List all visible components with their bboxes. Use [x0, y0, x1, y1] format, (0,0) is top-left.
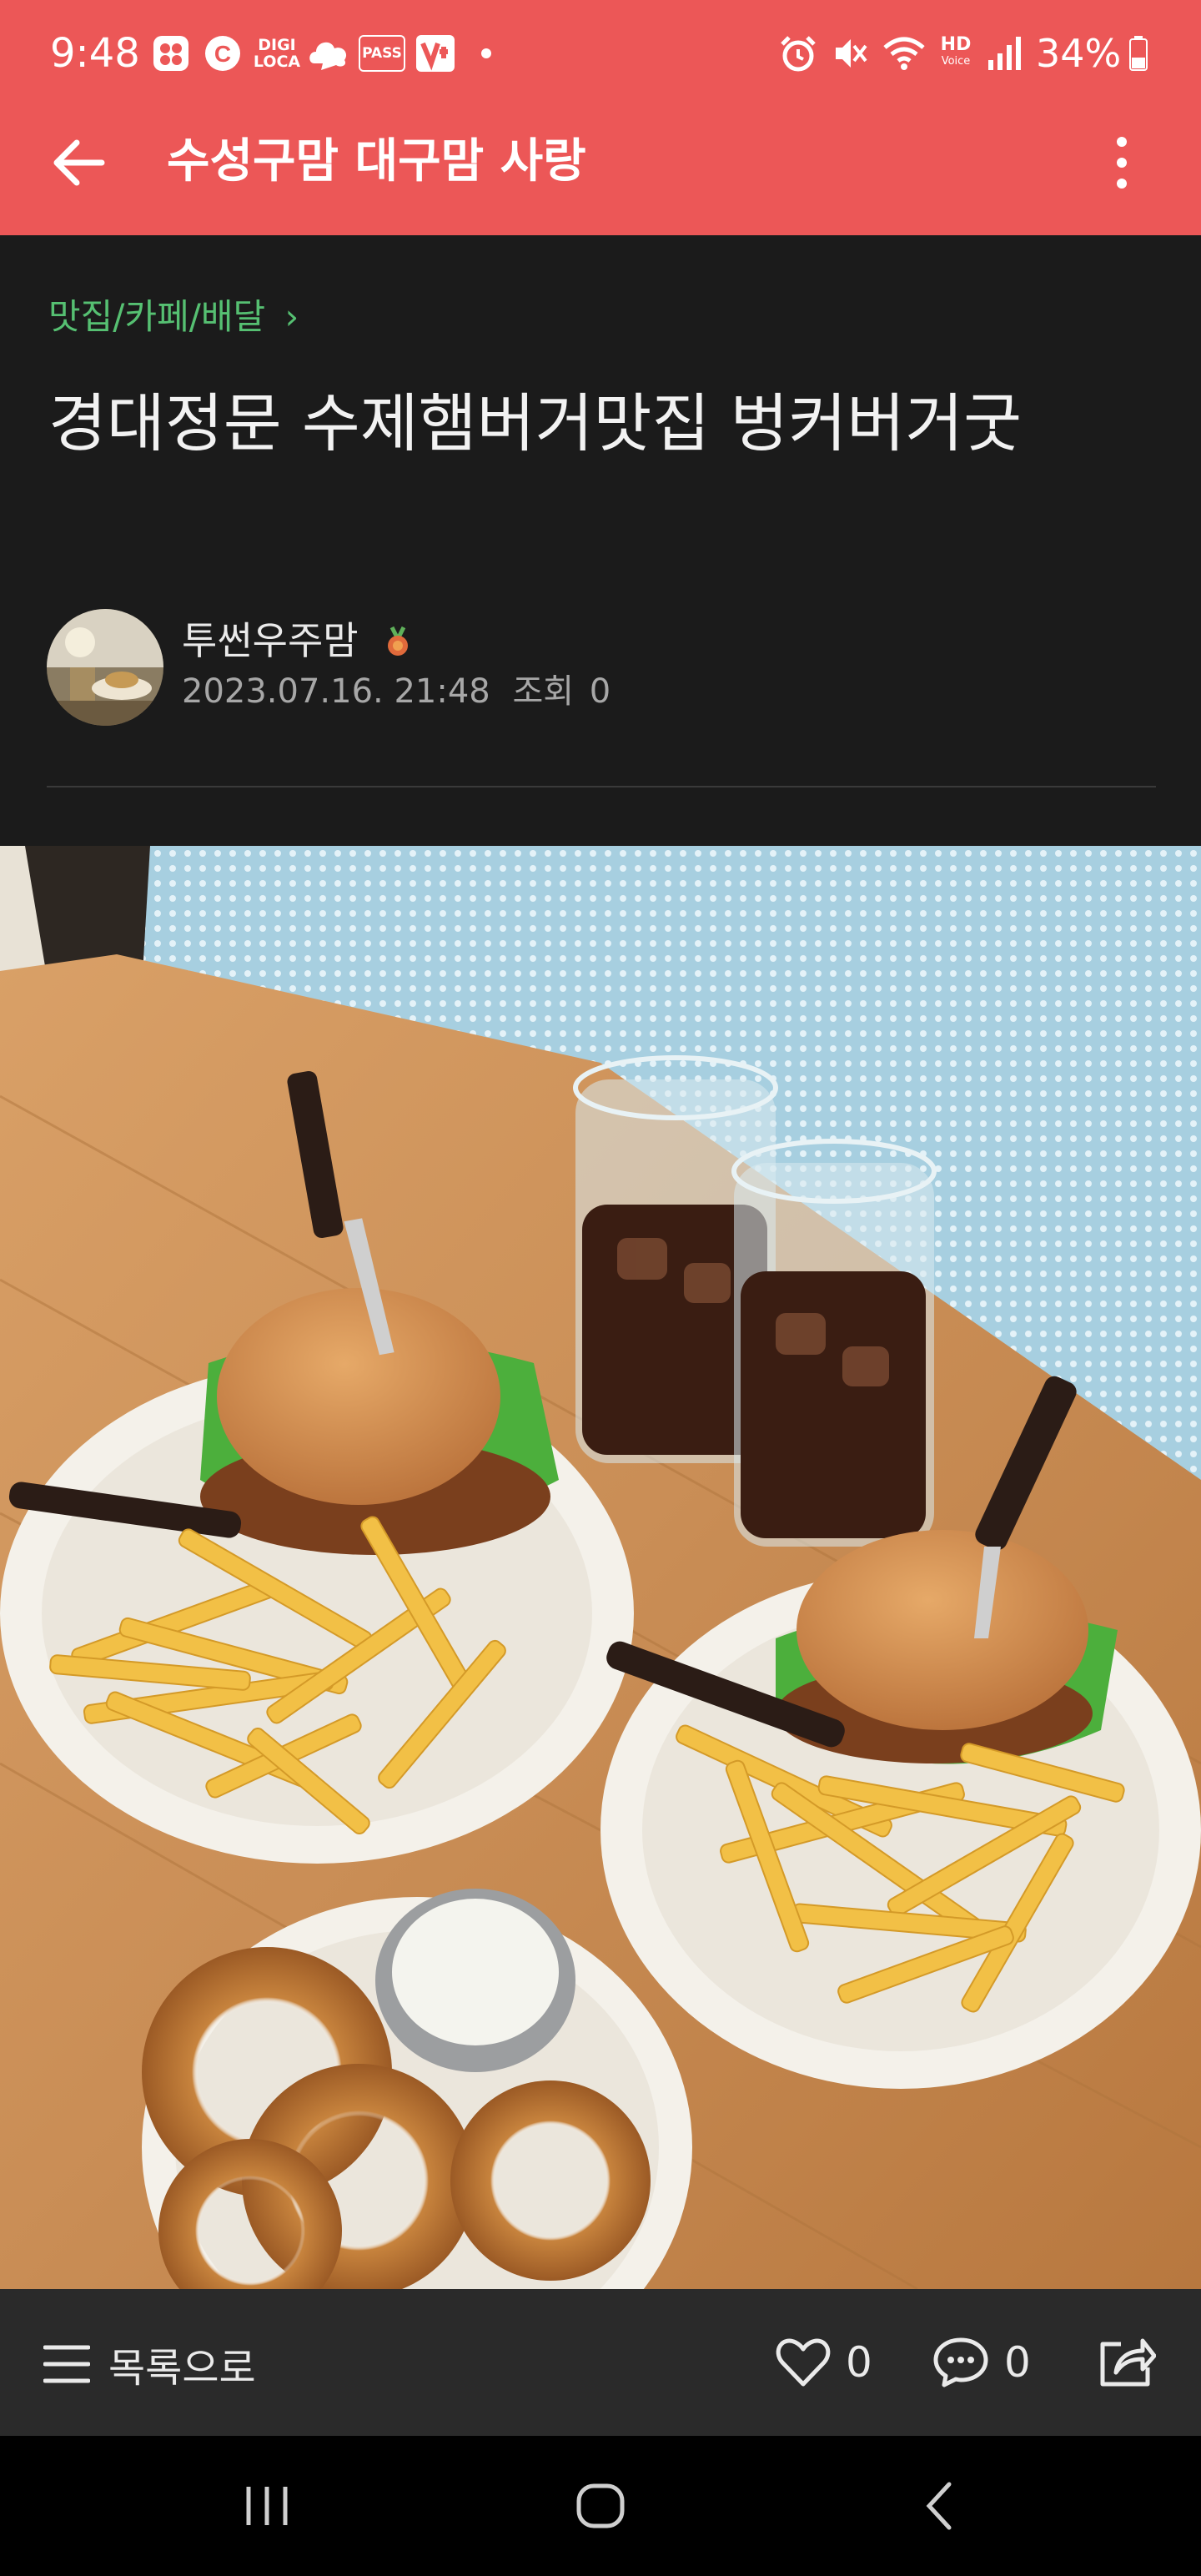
category-label: 맛집/카페/배달	[48, 296, 266, 337]
post-date: 2023.07.16. 21:48	[182, 672, 490, 711]
v-icon	[412, 32, 459, 75]
author-name[interactable]: 투썬우주맘	[182, 616, 359, 666]
author-avatar[interactable]	[47, 609, 163, 726]
menu-list-icon	[43, 2345, 90, 2383]
wifi-icon	[881, 32, 927, 75]
pass-icon: PASS	[359, 32, 405, 75]
cafe-title: 수성구맘 대구맘 사랑	[167, 134, 586, 189]
post-meta: 2023.07.16. 21:48 조회 0	[182, 667, 611, 716]
chevron-left-icon	[926, 2482, 952, 2530]
baemin-icon	[150, 32, 192, 75]
recent-apps-icon	[246, 2487, 288, 2525]
share-button[interactable]	[1091, 2327, 1161, 2397]
comment-count: 0	[1004, 2338, 1031, 2387]
back-to-list-label: 목록으로	[108, 2345, 256, 2392]
heart-icon	[776, 2338, 831, 2387]
digilocal-icon-line2: LOCA	[253, 53, 301, 71]
status-time: 9:48	[50, 30, 140, 77]
views-count: 0	[589, 672, 611, 711]
category-link[interactable]: 맛집/카페/배달 ›	[48, 294, 299, 340]
digilocal-icon: DIGI LOCA	[254, 32, 300, 75]
post-photo[interactable]	[0, 846, 1201, 2289]
battery-icon	[1126, 32, 1151, 75]
mute-icon	[829, 32, 871, 75]
pass-label: PASS	[359, 35, 405, 72]
svg-text:C: C	[214, 41, 231, 67]
chevron-right-icon: ›	[284, 296, 299, 337]
recent-apps-button[interactable]	[217, 2471, 317, 2541]
home-button[interactable]	[550, 2471, 651, 2541]
more-options-button[interactable]	[1084, 125, 1159, 200]
post-title: 경대정문 수제햄버거맛집 벙커버거굿	[48, 386, 1023, 460]
comment-bubble-icon	[933, 2337, 988, 2387]
signal-icon	[984, 32, 1026, 75]
cloud-chat-icon	[305, 32, 352, 75]
back-to-list-button[interactable]: 목록으로	[43, 2334, 256, 2394]
dot-icon	[474, 32, 499, 75]
c-icon: C	[202, 32, 244, 75]
back-arrow-icon	[53, 139, 105, 186]
battery-percentage: 34%	[1036, 31, 1122, 76]
hd-voice-icon: HD Voice	[934, 32, 977, 75]
hd-label: HD	[940, 34, 972, 55]
like-count: 0	[846, 2338, 872, 2387]
more-vertical-icon	[1117, 137, 1127, 189]
digilocal-icon-line1: DIGI	[258, 36, 296, 54]
back-button[interactable]	[42, 125, 117, 200]
views-label: 조회	[512, 672, 575, 711]
system-back-button[interactable]	[889, 2471, 989, 2541]
like-button[interactable]: 0	[776, 2329, 872, 2396]
header-divider	[47, 786, 1156, 787]
alarm-icon	[777, 32, 819, 75]
burger-meal-photo	[0, 846, 1201, 2289]
home-icon	[576, 2483, 625, 2528]
share-icon	[1100, 2338, 1156, 2387]
comment-button[interactable]: 0	[932, 2329, 1031, 2396]
medal-icon	[385, 626, 410, 657]
voice-label: Voice	[941, 55, 971, 68]
